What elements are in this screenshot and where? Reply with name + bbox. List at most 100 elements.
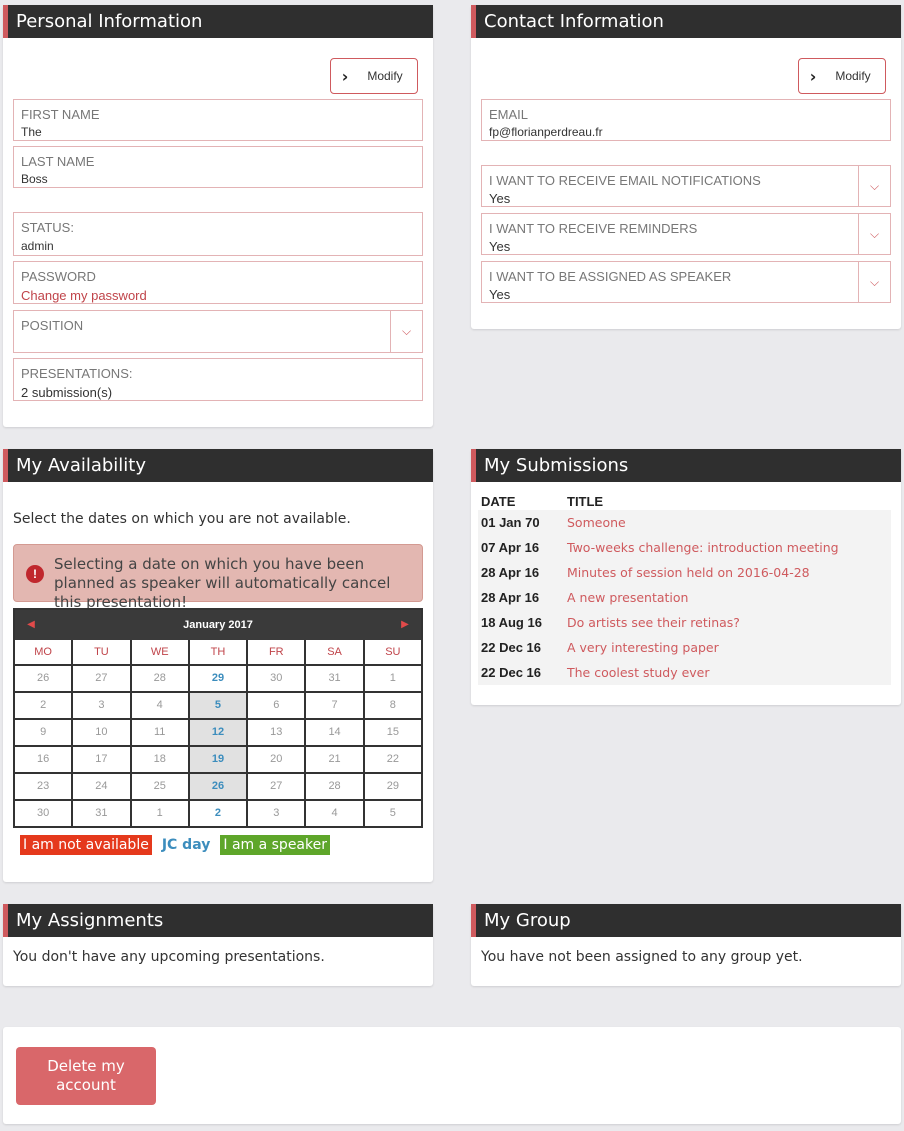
submission-title-link[interactable]: A very interesting paper [564, 635, 891, 660]
table-row: 28 Apr 16 Minutes of session held on 2016… [478, 560, 891, 585]
calendar-day[interactable]: 29 [364, 774, 421, 799]
calendar-day[interactable]: 1 [364, 666, 421, 691]
chevron-right-icon: › [809, 66, 817, 86]
first-name-label: FIRST NAME [21, 107, 100, 122]
calendar-day[interactable]: 16 [15, 747, 72, 772]
calendar-grid: MO TU WE TH FR SA SU 26 27 28 29 30 31 1 2 3 4 5 6 7 8 9 10 11 1… [15, 640, 421, 826]
submission-title-link[interactable]: A new presentation [564, 585, 891, 610]
calendar-day[interactable]: 10 [73, 720, 130, 745]
submission-date: 18 Aug 16 [478, 610, 564, 635]
table-row: 07 Apr 16 Two-weeks challenge: introducti… [478, 535, 891, 560]
chevron-down-icon[interactable]: ⌵ [858, 166, 890, 206]
calendar-day[interactable]: 9 [15, 720, 72, 745]
calendar-jc-day[interactable]: 2 [189, 801, 247, 826]
chevron-down-icon[interactable]: ⌵ [858, 262, 890, 302]
weekday-header: MO [15, 640, 72, 664]
table-row: 18 Aug 16 Do artists see their retinas? [478, 610, 891, 635]
personal-information-panel: Personal Information › Modify FIRST NAME… [3, 5, 433, 427]
calendar-day[interactable]: 7 [306, 693, 363, 718]
calendar-day[interactable]: 14 [306, 720, 363, 745]
calendar-day[interactable]: 15 [364, 720, 421, 745]
table-row: 01 Jan 70 Someone [478, 510, 891, 535]
calendar-day[interactable]: 25 [131, 774, 188, 799]
reminders-select[interactable]: I WANT TO RECEIVE REMINDERS Yes ⌵ [481, 213, 891, 255]
position-select[interactable]: POSITION ⌵ [13, 310, 423, 353]
email-field[interactable]: EMAIL fp@florianperdreau.fr [481, 99, 891, 141]
assignments-panel: My Assignments You don't have any upcomi… [3, 904, 433, 986]
calendar-day[interactable]: 21 [306, 747, 363, 772]
calendar-day[interactable]: 23 [15, 774, 72, 799]
calendar-day[interactable]: 6 [248, 693, 305, 718]
calendar-day[interactable]: 24 [73, 774, 130, 799]
weekday-header: TH [189, 640, 247, 664]
calendar-day[interactable]: 31 [306, 666, 363, 691]
assigned-speaker-label: I WANT TO BE ASSIGNED AS SPEAKER [489, 269, 732, 284]
calendar-jc-day[interactable]: 19 [189, 747, 247, 772]
calendar-day[interactable]: 13 [248, 720, 305, 745]
calendar-day[interactable]: 26 [15, 666, 72, 691]
submission-title-link[interactable]: Someone [564, 510, 891, 535]
calendar-legend: I am not available JC day I am a speaker [20, 835, 330, 855]
availability-instructions: Select the dates on which you are not av… [13, 511, 351, 527]
contact-modify-button[interactable]: › Modify [798, 58, 886, 94]
first-name-field[interactable]: FIRST NAME The [13, 99, 423, 141]
change-password-link[interactable]: Change my password [21, 288, 147, 303]
submission-title-link[interactable]: Two-weeks challenge: introduction meetin… [564, 535, 891, 560]
contact-information-panel: Contact Information › Modify EMAIL fp@fl… [471, 5, 901, 329]
assigned-speaker-select[interactable]: I WANT TO BE ASSIGNED AS SPEAKER Yes ⌵ [481, 261, 891, 303]
calendar-day[interactable]: 17 [73, 747, 130, 772]
last-name-field[interactable]: LAST NAME Boss [13, 146, 423, 188]
availability-title: My Availability [3, 449, 433, 482]
personal-modify-button[interactable]: › Modify [330, 58, 418, 94]
calendar-day[interactable]: 20 [248, 747, 305, 772]
calendar-day[interactable]: 4 [306, 801, 363, 826]
table-row: 28 Apr 16 A new presentation [478, 585, 891, 610]
calendar-day[interactable]: 30 [15, 801, 72, 826]
previous-month-icon[interactable]: ◀ [21, 610, 41, 640]
next-month-icon[interactable]: ▶ [395, 610, 415, 640]
submission-title-link[interactable]: Minutes of session held on 2016-04-28 [564, 560, 891, 585]
calendar-day[interactable]: 4 [131, 693, 188, 718]
assigned-speaker-value: Yes [489, 287, 511, 302]
date-column-header: DATE [481, 493, 516, 509]
chevron-down-icon[interactable]: ⌵ [390, 311, 422, 352]
calendar-day[interactable]: 2 [15, 693, 72, 718]
calendar-day[interactable]: 1 [131, 801, 188, 826]
calendar-jc-day[interactable]: 26 [189, 774, 247, 799]
calendar-jc-day[interactable]: 12 [189, 720, 247, 745]
calendar-day[interactable]: 11 [131, 720, 188, 745]
alert-message: Selecting a date on which you have been … [54, 555, 391, 611]
calendar-day[interactable]: 27 [73, 666, 130, 691]
calendar-day[interactable]: 31 [73, 801, 130, 826]
calendar-jc-day[interactable]: 5 [189, 693, 247, 718]
submissions-panel: My Submissions DATE TITLE 01 Jan 70 Someo… [471, 449, 901, 705]
assignments-text: You don't have any upcoming presentation… [13, 949, 325, 965]
modify-label: Modify [835, 69, 871, 83]
calendar-day[interactable]: 28 [131, 666, 188, 691]
submission-title-link[interactable]: Do artists see their retinas? [564, 610, 891, 635]
weekday-header: FR [248, 640, 305, 664]
delete-account-button[interactable]: Delete my account [16, 1047, 156, 1105]
calendar-day[interactable]: 18 [131, 747, 188, 772]
submission-date: 28 Apr 16 [478, 585, 564, 610]
calendar-day[interactable]: 27 [248, 774, 305, 799]
submission-title-link[interactable]: The coolest study ever [564, 660, 891, 685]
calendar-day[interactable]: 3 [248, 801, 305, 826]
calendar-day[interactable]: 28 [306, 774, 363, 799]
calendar-day[interactable]: 30 [248, 666, 305, 691]
calendar-jc-day[interactable]: 29 [189, 666, 247, 691]
chevron-down-icon[interactable]: ⌵ [858, 214, 890, 254]
contact-information-title: Contact Information [471, 5, 901, 38]
calendar-day[interactable]: 22 [364, 747, 421, 772]
submissions-title: My Submissions [471, 449, 901, 482]
calendar-day[interactable]: 3 [73, 693, 130, 718]
calendar-day[interactable]: 5 [364, 801, 421, 826]
email-notifications-select[interactable]: I WANT TO RECEIVE EMAIL NOTIFICATIONS Ye… [481, 165, 891, 207]
group-title: My Group [471, 904, 901, 937]
table-header-row: DATE TITLE [478, 492, 891, 510]
calendar-day[interactable]: 8 [364, 693, 421, 718]
email-label: EMAIL [489, 107, 529, 122]
submission-date: 07 Apr 16 [478, 535, 564, 560]
email-notifications-label: I WANT TO RECEIVE EMAIL NOTIFICATIONS [489, 173, 761, 188]
submission-date: 22 Dec 16 [478, 635, 564, 660]
